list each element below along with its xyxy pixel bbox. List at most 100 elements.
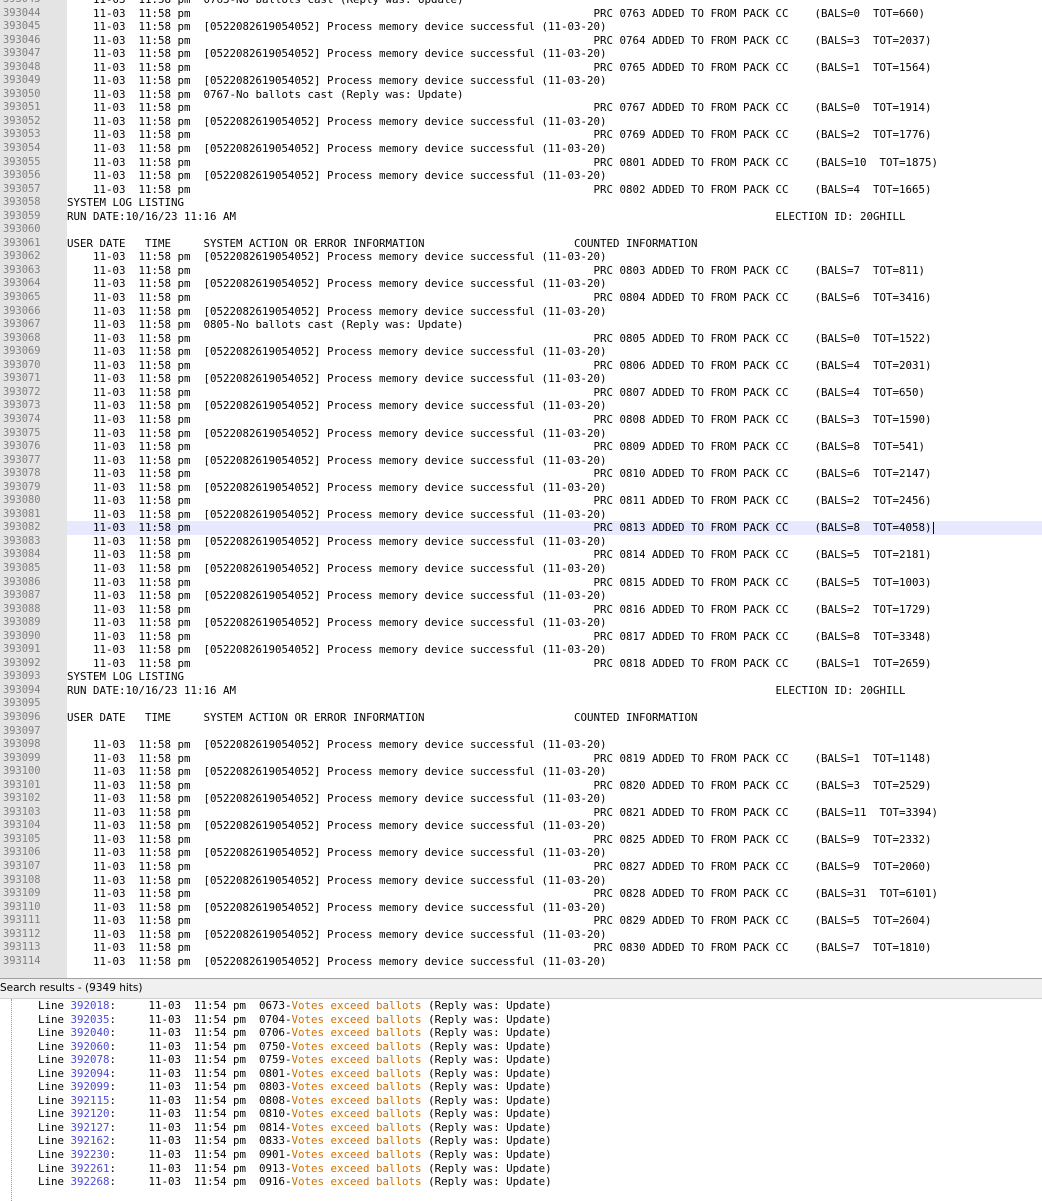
- line-text: 11-03 11:58 pm [0522082619054052] Proces…: [67, 480, 607, 494]
- text-line[interactable]: 11-03 11:58 pm [0522082619054052] Proces…: [67, 589, 1042, 603]
- line-number-gutter[interactable]: 3930433930443930453930463930473930483930…: [0, 0, 67, 978]
- text-line[interactable]: 11-03 11:58 pm [0522082619054052] Proces…: [67, 427, 1042, 441]
- text-line[interactable]: 11-03 11:58 pm PRC 0804 ADDED TO FROM PA…: [67, 291, 1042, 305]
- text-line[interactable]: 11-03 11:58 pm PRC 0825 ADDED TO FROM PA…: [67, 833, 1042, 847]
- text-line[interactable]: 11-03 11:58 pm PRC 0809 ADDED TO FROM PA…: [67, 440, 1042, 454]
- text-line[interactable]: 11-03 11:58 pm PRC 0814 ADDED TO FROM PA…: [67, 548, 1042, 562]
- text-line[interactable]: 11-03 11:58 pm [0522082619054052] Proces…: [67, 508, 1042, 522]
- text-line[interactable]: 11-03 11:58 pm [0522082619054052] Proces…: [67, 399, 1042, 413]
- search-result-row[interactable]: Line 392115: 11-03 11:54 pm 0808-Votes e…: [0, 1094, 1042, 1108]
- text-line[interactable]: 11-03 11:58 pm [0522082619054052] Proces…: [67, 47, 1042, 61]
- text-line[interactable]: 11-03 11:58 pm PRC 0815 ADDED TO FROM PA…: [67, 576, 1042, 590]
- search-results-header[interactable]: Search results - (9349 hits): [0, 979, 1042, 999]
- text-line[interactable]: 11-03 11:58 pm PRC 0811 ADDED TO FROM PA…: [67, 494, 1042, 508]
- text-line[interactable]: 11-03 11:58 pm PRC 0820 ADDED TO FROM PA…: [67, 779, 1042, 793]
- search-result-row[interactable]: Line 392120: 11-03 11:54 pm 0810-Votes e…: [0, 1107, 1042, 1121]
- text-line[interactable]: 11-03 11:58 pm 0767-No ballots cast (Rep…: [67, 88, 1042, 102]
- text-line[interactable]: 11-03 11:58 pm [0522082619054052] Proces…: [67, 738, 1042, 752]
- text-line[interactable]: 11-03 11:58 pm PRC 0802 ADDED TO FROM PA…: [67, 183, 1042, 197]
- search-result-row[interactable]: Line 392268: 11-03 11:54 pm 0916-Votes e…: [0, 1175, 1042, 1189]
- editor-text-area[interactable]: 11-03 11:58 pm 0763-No ballots cast (Rep…: [67, 0, 1042, 978]
- search-result-row[interactable]: Line 392094: 11-03 11:54 pm 0801-Votes e…: [0, 1067, 1042, 1081]
- text-line[interactable]: 11-03 11:58 pm [0522082619054052] Proces…: [67, 305, 1042, 319]
- text-line[interactable]: 11-03 11:58 pm [0522082619054052] Proces…: [67, 142, 1042, 156]
- text-line[interactable]: 11-03 11:58 pm [0522082619054052] Proces…: [67, 169, 1042, 183]
- text-line[interactable]: [67, 223, 1042, 237]
- text-line[interactable]: 11-03 11:58 pm [0522082619054052] Proces…: [67, 481, 1042, 495]
- text-line[interactable]: 11-03 11:58 pm PRC 0764 ADDED TO FROM PA…: [67, 34, 1042, 48]
- search-results-panel[interactable]: Search results - (9349 hits) Line 392018…: [0, 978, 1042, 1201]
- text-line[interactable]: 11-03 11:58 pm PRC 0821 ADDED TO FROM PA…: [67, 806, 1042, 820]
- text-line[interactable]: 11-03 11:58 pm PRC 0829 ADDED TO FROM PA…: [67, 914, 1042, 928]
- text-line[interactable]: 11-03 11:58 pm [0522082619054052] Proces…: [67, 115, 1042, 129]
- text-line[interactable]: 11-03 11:58 pm [0522082619054052] Proces…: [67, 454, 1042, 468]
- search-result-row[interactable]: Line 392127: 11-03 11:54 pm 0814-Votes e…: [0, 1121, 1042, 1135]
- search-result-row[interactable]: Line 392078: 11-03 11:54 pm 0759-Votes e…: [0, 1053, 1042, 1067]
- text-line[interactable]: 11-03 11:58 pm [0522082619054052] Proces…: [67, 277, 1042, 291]
- text-line[interactable]: 11-03 11:58 pm PRC 0818 ADDED TO FROM PA…: [67, 657, 1042, 671]
- text-line[interactable]: 11-03 11:58 pm [0522082619054052] Proces…: [67, 792, 1042, 806]
- text-line[interactable]: SYSTEM LOG LISTING: [67, 670, 1042, 684]
- search-result-row[interactable]: Line 392018: 11-03 11:54 pm 0673-Votes e…: [0, 999, 1042, 1013]
- search-result-row[interactable]: Line 392230: 11-03 11:54 pm 0901-Votes e…: [0, 1148, 1042, 1162]
- search-result-row[interactable]: Line 392035: 11-03 11:54 pm 0704-Votes e…: [0, 1013, 1042, 1027]
- current-text-line[interactable]: 11-03 11:58 pm PRC 0813 ADDED TO FROM PA…: [67, 521, 1042, 535]
- text-line[interactable]: 11-03 11:58 pm [0522082619054052] Proces…: [67, 250, 1042, 264]
- text-line[interactable]: 11-03 11:58 pm [0522082619054052] Proces…: [67, 616, 1042, 630]
- line-number: 393047: [3, 47, 41, 60]
- text-line[interactable]: 11-03 11:58 pm [0522082619054052] Proces…: [67, 955, 1042, 969]
- text-line[interactable]: [67, 725, 1042, 739]
- text-line[interactable]: 11-03 11:58 pm [0522082619054052] Proces…: [67, 643, 1042, 657]
- text-line[interactable]: 11-03 11:58 pm PRC 0816 ADDED TO FROM PA…: [67, 603, 1042, 617]
- search-result-prefix: : 11-03 11:54 pm 0833-: [109, 1134, 292, 1148]
- text-line[interactable]: 11-03 11:58 pm PRC 0828 ADDED TO FROM PA…: [67, 887, 1042, 901]
- text-line[interactable]: 11-03 11:58 pm PRC 0763 ADDED TO FROM PA…: [67, 7, 1042, 21]
- text-line[interactable]: 11-03 11:58 pm PRC 0827 ADDED TO FROM PA…: [67, 860, 1042, 874]
- text-line[interactable]: 11-03 11:58 pm [0522082619054052] Proces…: [67, 765, 1042, 779]
- text-line[interactable]: USER DATE TIME SYSTEM ACTION OR ERROR IN…: [67, 711, 1042, 725]
- text-line[interactable]: 11-03 11:58 pm PRC 0767 ADDED TO FROM PA…: [67, 101, 1042, 115]
- text-editor[interactable]: 3930433930443930453930463930473930483930…: [0, 0, 1042, 978]
- text-line[interactable]: RUN DATE:10/16/23 11:16 AM ELECTION ID: …: [67, 210, 1042, 224]
- text-line[interactable]: 11-03 11:58 pm [0522082619054052] Proces…: [67, 345, 1042, 359]
- text-line[interactable]: 11-03 11:58 pm [0522082619054052] Proces…: [67, 372, 1042, 386]
- text-line[interactable]: 11-03 11:58 pm [0522082619054052] Proces…: [67, 562, 1042, 576]
- search-result-row[interactable]: Line 392040: 11-03 11:54 pm 0706-Votes e…: [0, 1026, 1042, 1040]
- search-result-row[interactable]: Line 392099: 11-03 11:54 pm 0803-Votes e…: [0, 1080, 1042, 1094]
- text-line[interactable]: 11-03 11:58 pm [0522082619054052] Proces…: [67, 901, 1042, 915]
- text-line[interactable]: 11-03 11:58 pm [0522082619054052] Proces…: [67, 20, 1042, 34]
- text-line[interactable]: 11-03 11:58 pm PRC 0819 ADDED TO FROM PA…: [67, 752, 1042, 766]
- text-line[interactable]: 11-03 11:58 pm [0522082619054052] Proces…: [67, 535, 1042, 549]
- text-line[interactable]: 11-03 11:58 pm PRC 0810 ADDED TO FROM PA…: [67, 467, 1042, 481]
- text-line[interactable]: 11-03 11:58 pm [0522082619054052] Proces…: [67, 819, 1042, 833]
- text-line[interactable]: 11-03 11:58 pm [0522082619054052] Proces…: [67, 846, 1042, 860]
- search-result-label: Line: [38, 999, 71, 1012]
- text-line[interactable]: 11-03 11:58 pm PRC 0769 ADDED TO FROM PA…: [67, 128, 1042, 142]
- text-line[interactable]: [67, 697, 1042, 711]
- line-number: 393079: [3, 480, 41, 493]
- text-line[interactable]: 11-03 11:58 pm PRC 0806 ADDED TO FROM PA…: [67, 359, 1042, 373]
- search-result-row[interactable]: Line 392060: 11-03 11:54 pm 0750-Votes e…: [0, 1040, 1042, 1054]
- text-line[interactable]: 11-03 11:58 pm PRC 0765 ADDED TO FROM PA…: [67, 61, 1042, 75]
- line-number: 393088: [3, 602, 41, 615]
- text-line[interactable]: 11-03 11:58 pm PRC 0830 ADDED TO FROM PA…: [67, 941, 1042, 955]
- text-line[interactable]: 11-03 11:58 pm [0522082619054052] Proces…: [67, 928, 1042, 942]
- text-line[interactable]: RUN DATE:10/16/23 11:16 AM ELECTION ID: …: [67, 684, 1042, 698]
- line-number: 393055: [3, 155, 41, 168]
- text-line[interactable]: USER DATE TIME SYSTEM ACTION OR ERROR IN…: [67, 237, 1042, 251]
- text-line[interactable]: 11-03 11:58 pm 0805-No ballots cast (Rep…: [67, 318, 1042, 332]
- text-line[interactable]: 11-03 11:58 pm PRC 0803 ADDED TO FROM PA…: [67, 264, 1042, 278]
- text-line[interactable]: 11-03 11:58 pm PRC 0801 ADDED TO FROM PA…: [67, 156, 1042, 170]
- search-result-row[interactable]: Line 392162: 11-03 11:54 pm 0833-Votes e…: [0, 1134, 1042, 1148]
- text-line[interactable]: 11-03 11:58 pm PRC 0808 ADDED TO FROM PA…: [67, 413, 1042, 427]
- text-line[interactable]: 11-03 11:58 pm [0522082619054052] Proces…: [67, 74, 1042, 88]
- text-line[interactable]: 11-03 11:58 pm [0522082619054052] Proces…: [67, 874, 1042, 888]
- line-number: 393092: [3, 656, 41, 669]
- text-line[interactable]: SYSTEM LOG LISTING: [67, 196, 1042, 210]
- search-result-row[interactable]: Line 392261: 11-03 11:54 pm 0913-Votes e…: [0, 1162, 1042, 1176]
- text-line[interactable]: 11-03 11:58 pm PRC 0807 ADDED TO FROM PA…: [67, 386, 1042, 400]
- text-line[interactable]: 11-03 11:58 pm PRC 0817 ADDED TO FROM PA…: [67, 630, 1042, 644]
- search-result-label: Line: [38, 1012, 71, 1026]
- line-text: 11-03 11:58 pm PRC 0808 ADDED TO FROM PA…: [67, 412, 932, 426]
- text-line[interactable]: 11-03 11:58 pm PRC 0805 ADDED TO FROM PA…: [67, 332, 1042, 346]
